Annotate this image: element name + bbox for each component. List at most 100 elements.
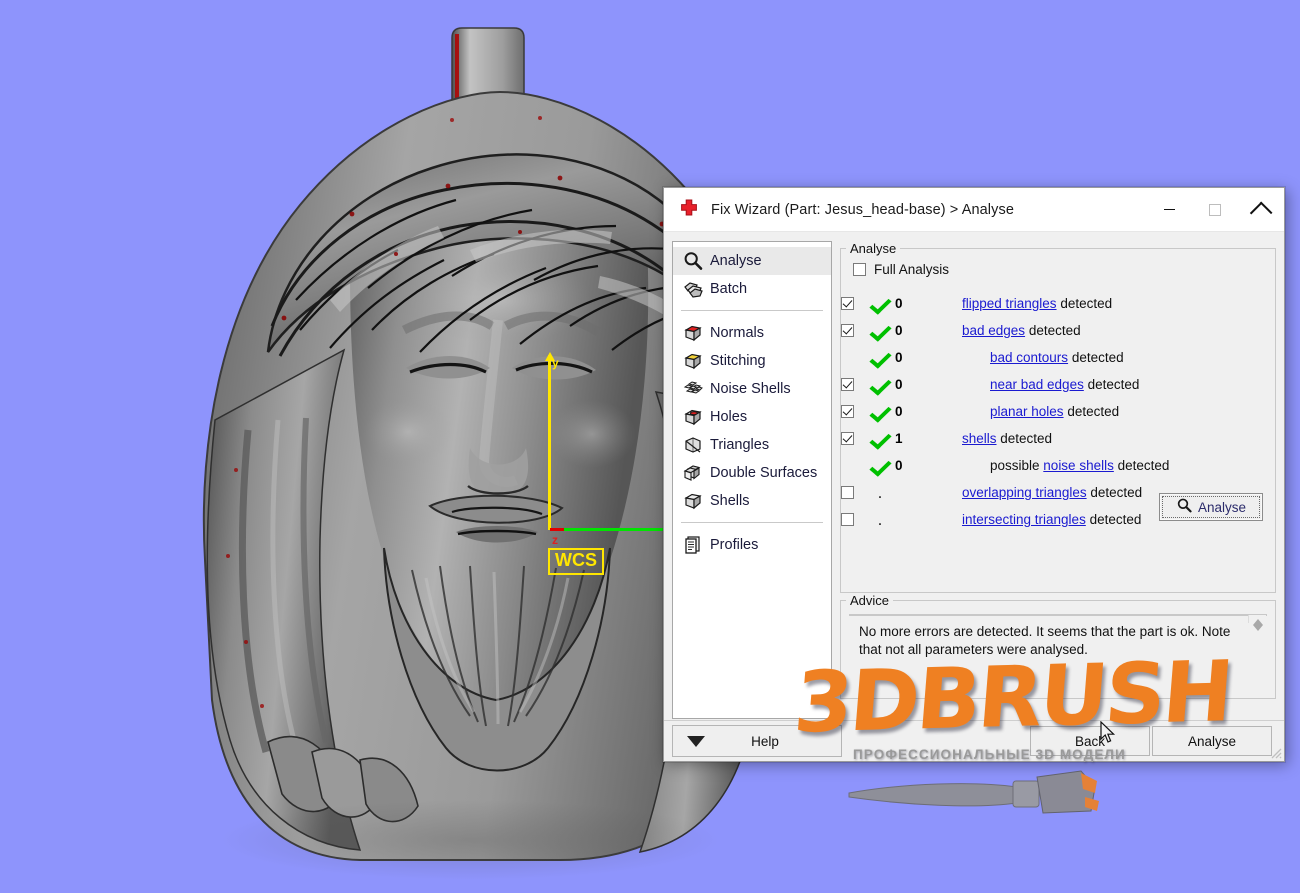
analyse-result-row[interactable]: 0 planar holes detected	[841, 398, 1275, 425]
sidebar-item-batch[interactable]: Batch	[673, 275, 831, 303]
result-link[interactable]: intersecting triangles	[962, 512, 1086, 527]
result-link[interactable]: noise shells	[1043, 458, 1114, 473]
sidebar-label-batch: Batch	[710, 281, 748, 297]
help-dropdown[interactable]: Help	[672, 725, 842, 757]
result-checkbox-slot[interactable]	[841, 324, 867, 337]
red-cross-icon	[677, 198, 701, 222]
cube-triangles-icon	[682, 434, 704, 456]
advice-box: No more errors are detected. It seems th…	[849, 614, 1267, 657]
result-checkbox-slot[interactable]	[841, 297, 867, 310]
analyse-result-row[interactable]: 0 bad contours detected	[841, 344, 1275, 371]
analyse-button[interactable]: Analyse	[1159, 493, 1263, 521]
close-button[interactable]	[1238, 188, 1284, 231]
result-count: 0	[895, 323, 903, 338]
sidebar-item-double-surfaces[interactable]: Double Surfaces	[673, 459, 831, 487]
window-controls[interactable]	[1146, 188, 1284, 231]
result-suffix: detected	[1025, 323, 1081, 338]
sidebar-item-normals[interactable]: Normals	[673, 319, 831, 347]
analyse-result-row[interactable]: 0 possible noise shells detected	[841, 452, 1275, 479]
dialog-titlebar[interactable]: Fix Wizard (Part: Jesus_head-base) > Ana…	[664, 188, 1284, 232]
full-analysis-checkbox[interactable]	[853, 263, 866, 276]
green-check-icon	[871, 297, 889, 311]
resize-grip[interactable]	[1268, 745, 1282, 759]
full-analysis-label: Full Analysis	[874, 262, 950, 277]
result-description: planar holes detected	[990, 404, 1119, 419]
sidebar-item-noise-shells[interactable]: Noise Shells	[673, 375, 831, 403]
result-checkbox-slot[interactable]	[841, 513, 867, 526]
result-link[interactable]: overlapping triangles	[962, 485, 1087, 500]
result-checkbox-slot[interactable]	[841, 432, 867, 445]
result-count: 0	[895, 350, 903, 365]
result-checkbox[interactable]	[841, 297, 854, 310]
result-count: 0	[895, 377, 903, 392]
sidebar-item-profiles[interactable]: Profiles	[673, 531, 831, 559]
bottom-analyse-button[interactable]: Analyse	[1152, 726, 1272, 756]
result-link[interactable]: flipped triangles	[962, 296, 1057, 311]
cube-red-top-icon	[682, 322, 704, 344]
fix-wizard-dialog[interactable]: Fix Wizard (Part: Jesus_head-base) > Ana…	[663, 187, 1285, 762]
sidebar-label-triangles: Triangles	[710, 437, 770, 453]
dot-icon: .	[877, 482, 883, 502]
result-description: overlapping triangles detected	[962, 485, 1142, 500]
analyse-result-row[interactable]: 0 near bad edges detected	[841, 371, 1275, 398]
analyse-result-row[interactable]: 0 bad edges detected	[841, 317, 1275, 344]
analyse-result-row[interactable]: 1 shells detected	[841, 425, 1275, 452]
maximize-button[interactable]	[1192, 188, 1238, 231]
back-button[interactable]: Back	[1030, 726, 1150, 756]
result-link[interactable]: shells	[962, 431, 997, 446]
axis-y-line	[548, 355, 551, 530]
sidebar-item-analyse[interactable]: Analyse	[673, 247, 831, 275]
magnifier-icon	[682, 250, 704, 272]
sidebar-label-noise-shells: Noise Shells	[710, 381, 791, 397]
sidebar-divider-1	[681, 310, 823, 311]
dot-icon: .	[877, 509, 883, 529]
sidebar-item-shells[interactable]: Shells	[673, 487, 831, 515]
scroll-down-arrow[interactable]	[1252, 625, 1263, 631]
help-label: Help	[751, 733, 779, 749]
result-prefix: possible	[990, 458, 1044, 473]
result-link[interactable]: planar holes	[990, 404, 1064, 419]
result-checkbox-slot[interactable]	[841, 405, 867, 418]
dialog-title: Fix Wizard (Part: Jesus_head-base) > Ana…	[711, 201, 1014, 218]
cube-icon	[682, 490, 704, 512]
sidebar-item-stitching[interactable]: Stitching	[673, 347, 831, 375]
result-description: bad edges detected	[962, 323, 1081, 338]
advice-group-legend: Advice	[850, 593, 890, 608]
result-checkbox[interactable]	[841, 324, 854, 337]
result-checkbox-slot[interactable]	[841, 378, 867, 391]
result-link[interactable]: bad contours	[990, 350, 1068, 365]
result-count: 1	[895, 431, 903, 446]
wizard-sidebar[interactable]: Analyse Batch Normals Stitching Noise Sh…	[672, 241, 832, 719]
analyse-result-row[interactable]: 0 flipped triangles detected	[841, 290, 1275, 317]
full-analysis-row[interactable]: Full Analysis	[853, 262, 1275, 277]
result-suffix: detected	[1083, 377, 1140, 392]
result-suffix: detected	[1085, 512, 1142, 527]
axis-z-line	[550, 528, 564, 531]
cube-yellow-top-icon	[682, 350, 704, 372]
double-cube-icon	[682, 462, 704, 484]
advice-scrollbar[interactable]	[1248, 615, 1266, 631]
result-checkbox[interactable]	[841, 432, 854, 445]
result-link[interactable]: bad edges	[962, 323, 1025, 338]
minimize-button[interactable]	[1146, 188, 1192, 231]
result-suffix: detected	[1068, 350, 1124, 365]
caret-down-icon[interactable]	[687, 735, 705, 747]
sidebar-item-holes[interactable]: Holes	[673, 403, 831, 431]
result-checkbox[interactable]	[841, 405, 854, 418]
noise-cluster-icon	[682, 378, 704, 400]
result-checkbox[interactable]	[841, 486, 854, 499]
result-description: flipped triangles detected	[962, 296, 1112, 311]
result-checkbox-slot[interactable]	[841, 486, 867, 499]
result-checkbox[interactable]	[841, 378, 854, 391]
result-checkbox[interactable]	[841, 513, 854, 526]
stack-icon	[682, 278, 704, 300]
result-description: near bad edges detected	[990, 377, 1139, 392]
sidebar-item-triangles[interactable]: Triangles	[673, 431, 831, 459]
analyse-button-label: Analyse	[1197, 499, 1247, 515]
green-check-icon	[871, 351, 889, 365]
result-count: 0	[895, 296, 903, 311]
result-link[interactable]: near bad edges	[990, 377, 1084, 392]
sidebar-label-double-surfaces: Double Surfaces	[710, 465, 818, 481]
result-count: 0	[895, 458, 903, 473]
document-list-icon	[682, 534, 704, 556]
